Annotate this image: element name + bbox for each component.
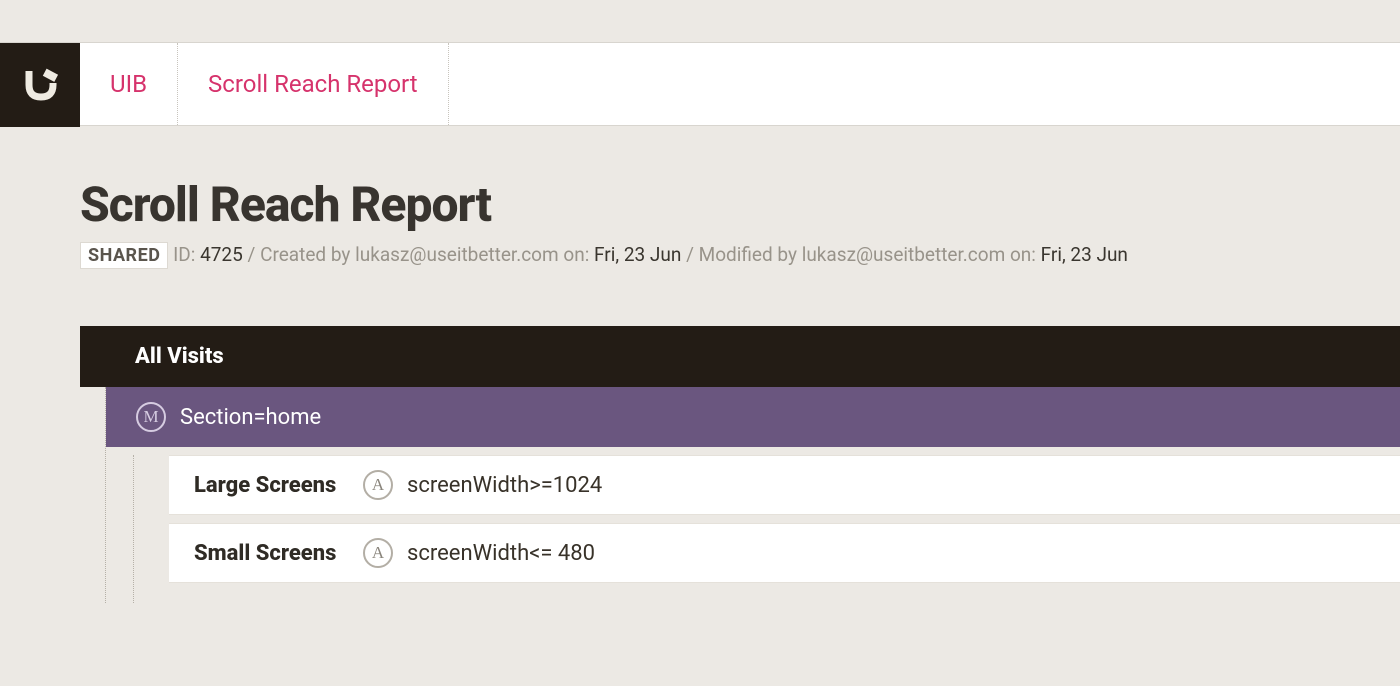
main-content: Scroll Reach Report SHARED ID: 4725 / Cr… xyxy=(0,126,1400,603)
separator: / xyxy=(686,243,699,266)
modified-by-label: Modified by xyxy=(699,243,797,266)
tree-level1-wrap: M Section=home Large Screens A screenWid… xyxy=(105,387,1400,603)
breadcrumb-project[interactable]: UIB xyxy=(80,43,178,125)
segment-name: Small Screens xyxy=(194,541,349,566)
on-label: on: xyxy=(1010,243,1036,266)
report-tree: All Visits M Section=home Large Screens … xyxy=(80,326,1400,603)
segment-name: Large Screens xyxy=(194,473,349,498)
on-label: on: xyxy=(563,243,589,266)
created-by-label: Created by xyxy=(260,243,350,266)
segment-formula: screenWidth>=1024 xyxy=(407,473,602,498)
id-value: 4725 xyxy=(200,243,243,266)
a-badge-icon: A xyxy=(363,538,393,568)
top-navigation-bar: UIB Scroll Reach Report xyxy=(0,42,1400,126)
tree-section-home[interactable]: M Section=home xyxy=(106,387,1400,447)
brand-logo[interactable] xyxy=(0,43,80,127)
a-badge-icon: A xyxy=(363,470,393,500)
tree-level2-wrap: Large Screens A screenWidth>=1024 Small … xyxy=(133,455,1400,603)
shared-badge: SHARED xyxy=(80,242,168,269)
tree-section-label: Section=home xyxy=(180,405,321,430)
breadcrumb-project-label: UIB xyxy=(110,70,147,98)
tree-segment-small-screens[interactable]: Small Screens A screenWidth<= 480 xyxy=(169,523,1400,583)
modified-by-value: lukasz@useitbetter.com xyxy=(802,243,1006,266)
separator: / xyxy=(248,243,261,266)
page-title: Scroll Reach Report xyxy=(80,176,1400,233)
tree-root-label: All Visits xyxy=(135,344,224,369)
modified-on-value: Fri, 23 Jun xyxy=(1041,243,1128,266)
tree-root-all-visits[interactable]: All Visits xyxy=(80,326,1400,387)
useitbetter-logo-icon xyxy=(20,65,60,105)
created-on-value: Fri, 23 Jun xyxy=(594,243,681,266)
created-by-value: lukasz@useitbetter.com xyxy=(355,243,559,266)
tree-segment-large-screens[interactable]: Large Screens A screenWidth>=1024 xyxy=(169,455,1400,515)
segment-formula: screenWidth<= 480 xyxy=(407,541,595,566)
tree-spacer xyxy=(134,583,1400,603)
report-meta-line: SHARED ID: 4725 / Created by lukasz@usei… xyxy=(80,243,1400,266)
breadcrumb-report[interactable]: Scroll Reach Report xyxy=(178,43,449,125)
breadcrumb-report-label: Scroll Reach Report xyxy=(208,70,418,98)
id-label: ID: xyxy=(173,243,200,266)
m-badge-icon: M xyxy=(136,402,166,432)
